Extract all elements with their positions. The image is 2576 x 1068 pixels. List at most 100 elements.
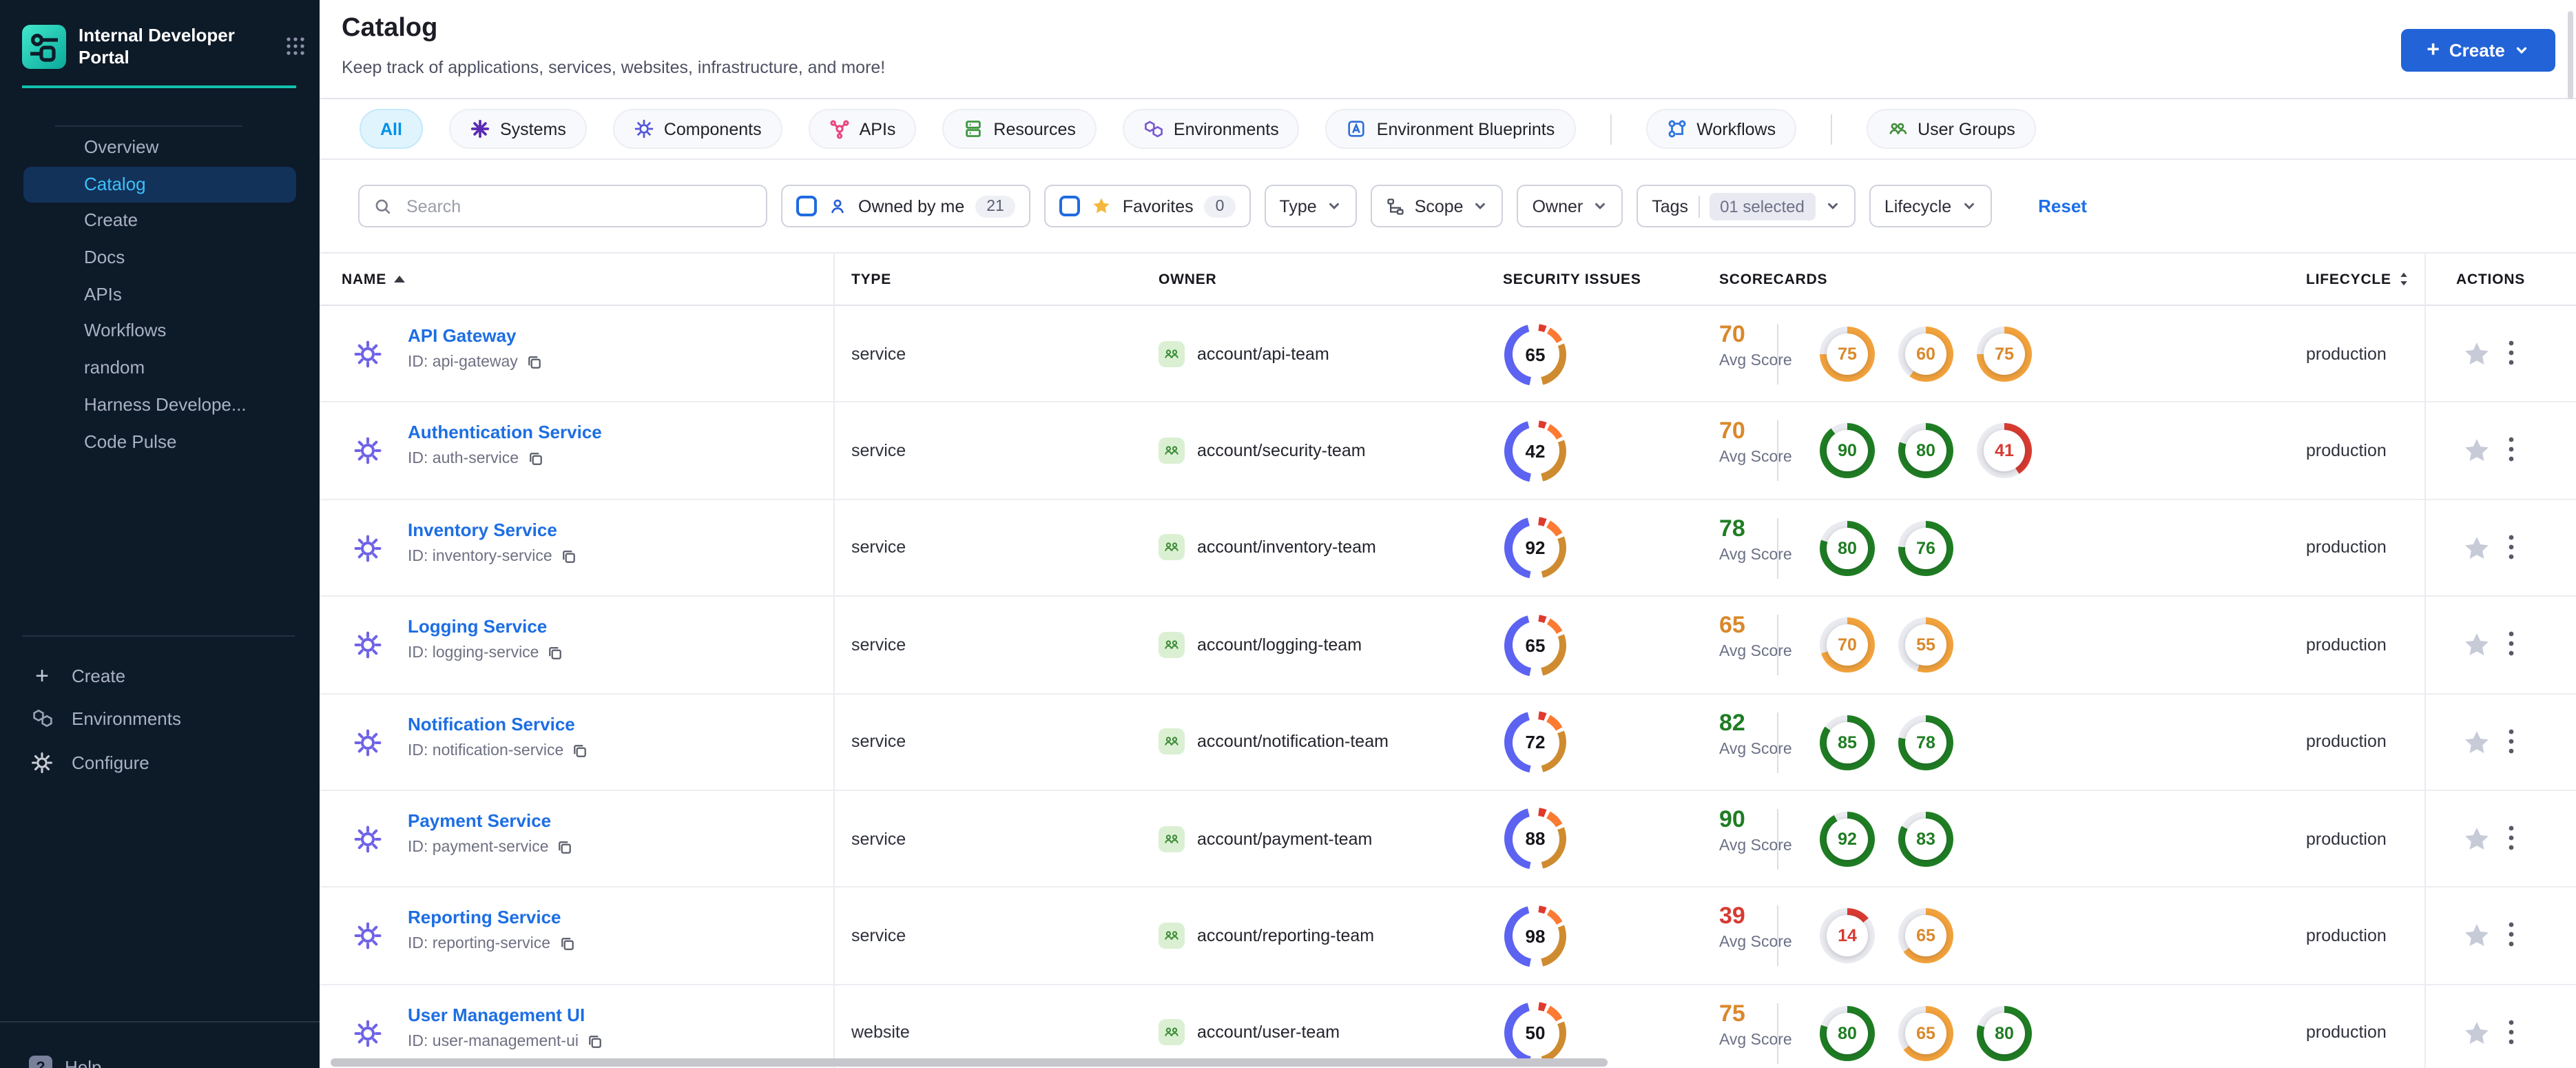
avg-score-label: Avg Score	[1719, 353, 1792, 369]
components-icon	[634, 119, 654, 139]
scorecard-ring: 80	[1820, 1005, 1875, 1061]
systems-icon	[470, 119, 490, 139]
app-grid-icon[interactable]	[285, 36, 306, 57]
sidebar-item-environments[interactable]: Environments	[0, 699, 320, 737]
favorite-star-icon[interactable]	[2462, 533, 2492, 564]
favorite-star-icon[interactable]	[2462, 727, 2492, 757]
lifecycle-value: production	[2306, 441, 2387, 461]
column-header-name[interactable]: NAME	[342, 254, 405, 305]
tab-user-groups[interactable]: User Groups	[1867, 109, 2036, 149]
scorecard-ring: 65	[1898, 1005, 1953, 1061]
scorecards: 75 60 75	[1820, 327, 2032, 382]
sidebar-item-random[interactable]: random	[23, 350, 296, 387]
search-box[interactable]	[358, 185, 767, 227]
sidebar-item-help[interactable]: ? Help	[29, 1056, 102, 1068]
entity-name-link[interactable]: User Management UI	[408, 1004, 603, 1025]
sidebar-item-harness-develope[interactable]: Harness Develope...	[23, 387, 296, 424]
entity-id: ID: notification-service	[408, 742, 564, 759]
owned-by-me-filter[interactable]: Owned by me 21	[781, 185, 1030, 227]
favorite-star-icon[interactable]	[2462, 921, 2492, 952]
tab-apis[interactable]: APIs	[808, 109, 917, 149]
sidebar-item-overview[interactable]: Overview	[23, 130, 296, 166]
row-menu-icon[interactable]	[2509, 631, 2522, 659]
entity-name-block: Authentication Service ID: auth-service	[408, 422, 602, 468]
entity-name-link[interactable]: API Gateway	[408, 325, 543, 346]
column-header-owner: OWNER	[1159, 271, 1217, 287]
sidebar-item-workflows[interactable]: Workflows	[23, 314, 296, 350]
row-menu-icon[interactable]	[2509, 340, 2522, 368]
entity-name-link[interactable]: Notification Service	[408, 713, 588, 734]
row-menu-icon[interactable]	[2509, 1019, 2522, 1047]
tab-environments[interactable]: Environments	[1122, 109, 1300, 149]
security-issues-donut: 88	[1504, 808, 1566, 870]
reset-button[interactable]: Reset	[2038, 196, 2087, 216]
sidebar-item-catalog[interactable]: Catalog	[23, 166, 296, 203]
tab-systems[interactable]: Systems	[448, 109, 587, 149]
help-divider	[0, 1021, 320, 1023]
tab-components[interactable]: Components	[612, 109, 782, 149]
entity-id: ID: api-gateway	[408, 354, 518, 371]
owner-filter[interactable]: Owner	[1517, 185, 1623, 227]
favorite-star-icon[interactable]	[2462, 630, 2492, 660]
avg-score-label: Avg Score	[1719, 449, 1792, 466]
favorite-star-icon[interactable]	[2462, 339, 2492, 369]
entity-name-block: Notification Service ID: notification-se…	[408, 713, 588, 759]
component-gear-icon	[353, 339, 383, 369]
sidebar-item-docs[interactable]: Docs	[23, 240, 296, 276]
star-icon	[1091, 196, 1112, 216]
scope-filter[interactable]: Scope	[1370, 185, 1504, 227]
copy-icon[interactable]	[526, 354, 543, 371]
type-filter[interactable]: Type	[1264, 185, 1357, 227]
security-issues-donut: 65	[1504, 323, 1566, 385]
entity-name-block: Reporting Service ID: reporting-service	[408, 907, 575, 953]
table-row: User Management UI ID: user-management-u…	[320, 985, 2576, 1068]
copy-icon[interactable]	[587, 1033, 603, 1049]
row-menu-icon[interactable]	[2509, 923, 2522, 950]
favorites-filter[interactable]: Favorites 0	[1043, 185, 1251, 227]
sidebar-item-code-pulse[interactable]: Code Pulse	[23, 424, 296, 460]
entity-name-link[interactable]: Payment Service	[408, 810, 574, 831]
tags-filter[interactable]: Tags 01 selected	[1637, 185, 1856, 227]
search-input[interactable]	[404, 195, 752, 217]
entity-name-link[interactable]: Authentication Service	[408, 422, 602, 443]
copy-icon[interactable]	[559, 936, 575, 953]
sidebar-item-create[interactable]: Create	[23, 203, 296, 240]
copy-icon[interactable]	[557, 839, 574, 856]
apis-icon	[829, 119, 850, 139]
copy-icon[interactable]	[527, 451, 543, 468]
chevron-down-icon	[1964, 203, 1974, 209]
table-row: Inventory Service ID: inventory-service …	[320, 500, 2576, 597]
owned-by-me-checkbox[interactable]	[796, 196, 817, 216]
tab-environment-blueprints[interactable]: Environment Blueprints	[1325, 109, 1576, 149]
tab-workflows[interactable]: Workflows	[1645, 109, 1797, 149]
row-menu-icon[interactable]	[2509, 438, 2522, 465]
entity-name-link[interactable]: Inventory Service	[408, 520, 577, 540]
create-button[interactable]: + Create	[2401, 29, 2555, 72]
copy-icon[interactable]	[547, 645, 563, 661]
entity-name-link[interactable]: Reporting Service	[408, 907, 575, 928]
page-header: Catalog Keep track of applications, serv…	[320, 0, 2576, 99]
blueprints-icon	[1347, 119, 1367, 139]
sidebar-item-apis[interactable]: APIs	[23, 277, 296, 314]
row-menu-icon[interactable]	[2509, 825, 2522, 853]
resources-icon	[963, 119, 984, 139]
column-header-lifecycle[interactable]: LIFECYCLE	[2306, 254, 2409, 305]
lifecycle-filter[interactable]: Lifecycle	[1869, 185, 1992, 227]
vertical-scrollbar[interactable]	[2568, 11, 2573, 99]
tab-all[interactable]: All	[360, 109, 423, 149]
copy-icon[interactable]	[572, 742, 588, 759]
tab-resources[interactable]: Resources	[942, 109, 1097, 149]
favorite-star-icon[interactable]	[2462, 1018, 2492, 1048]
favorite-star-icon[interactable]	[2462, 436, 2492, 466]
copy-icon[interactable]	[561, 548, 577, 565]
row-menu-icon[interactable]	[2509, 535, 2522, 562]
entity-id: ID: logging-service	[408, 645, 539, 662]
row-menu-icon[interactable]	[2509, 728, 2522, 756]
sidebar-item-configure[interactable]: Configure	[0, 743, 320, 781]
favorite-star-icon[interactable]	[2462, 824, 2492, 854]
entity-name-link[interactable]: Logging Service	[408, 616, 563, 637]
horizontal-scrollbar[interactable]	[331, 1058, 1608, 1067]
owner-label: account/inventory-team	[1197, 537, 1376, 557]
favorites-checkbox[interactable]	[1059, 196, 1080, 216]
sidebar-item-create[interactable]: + Create	[0, 656, 320, 695]
